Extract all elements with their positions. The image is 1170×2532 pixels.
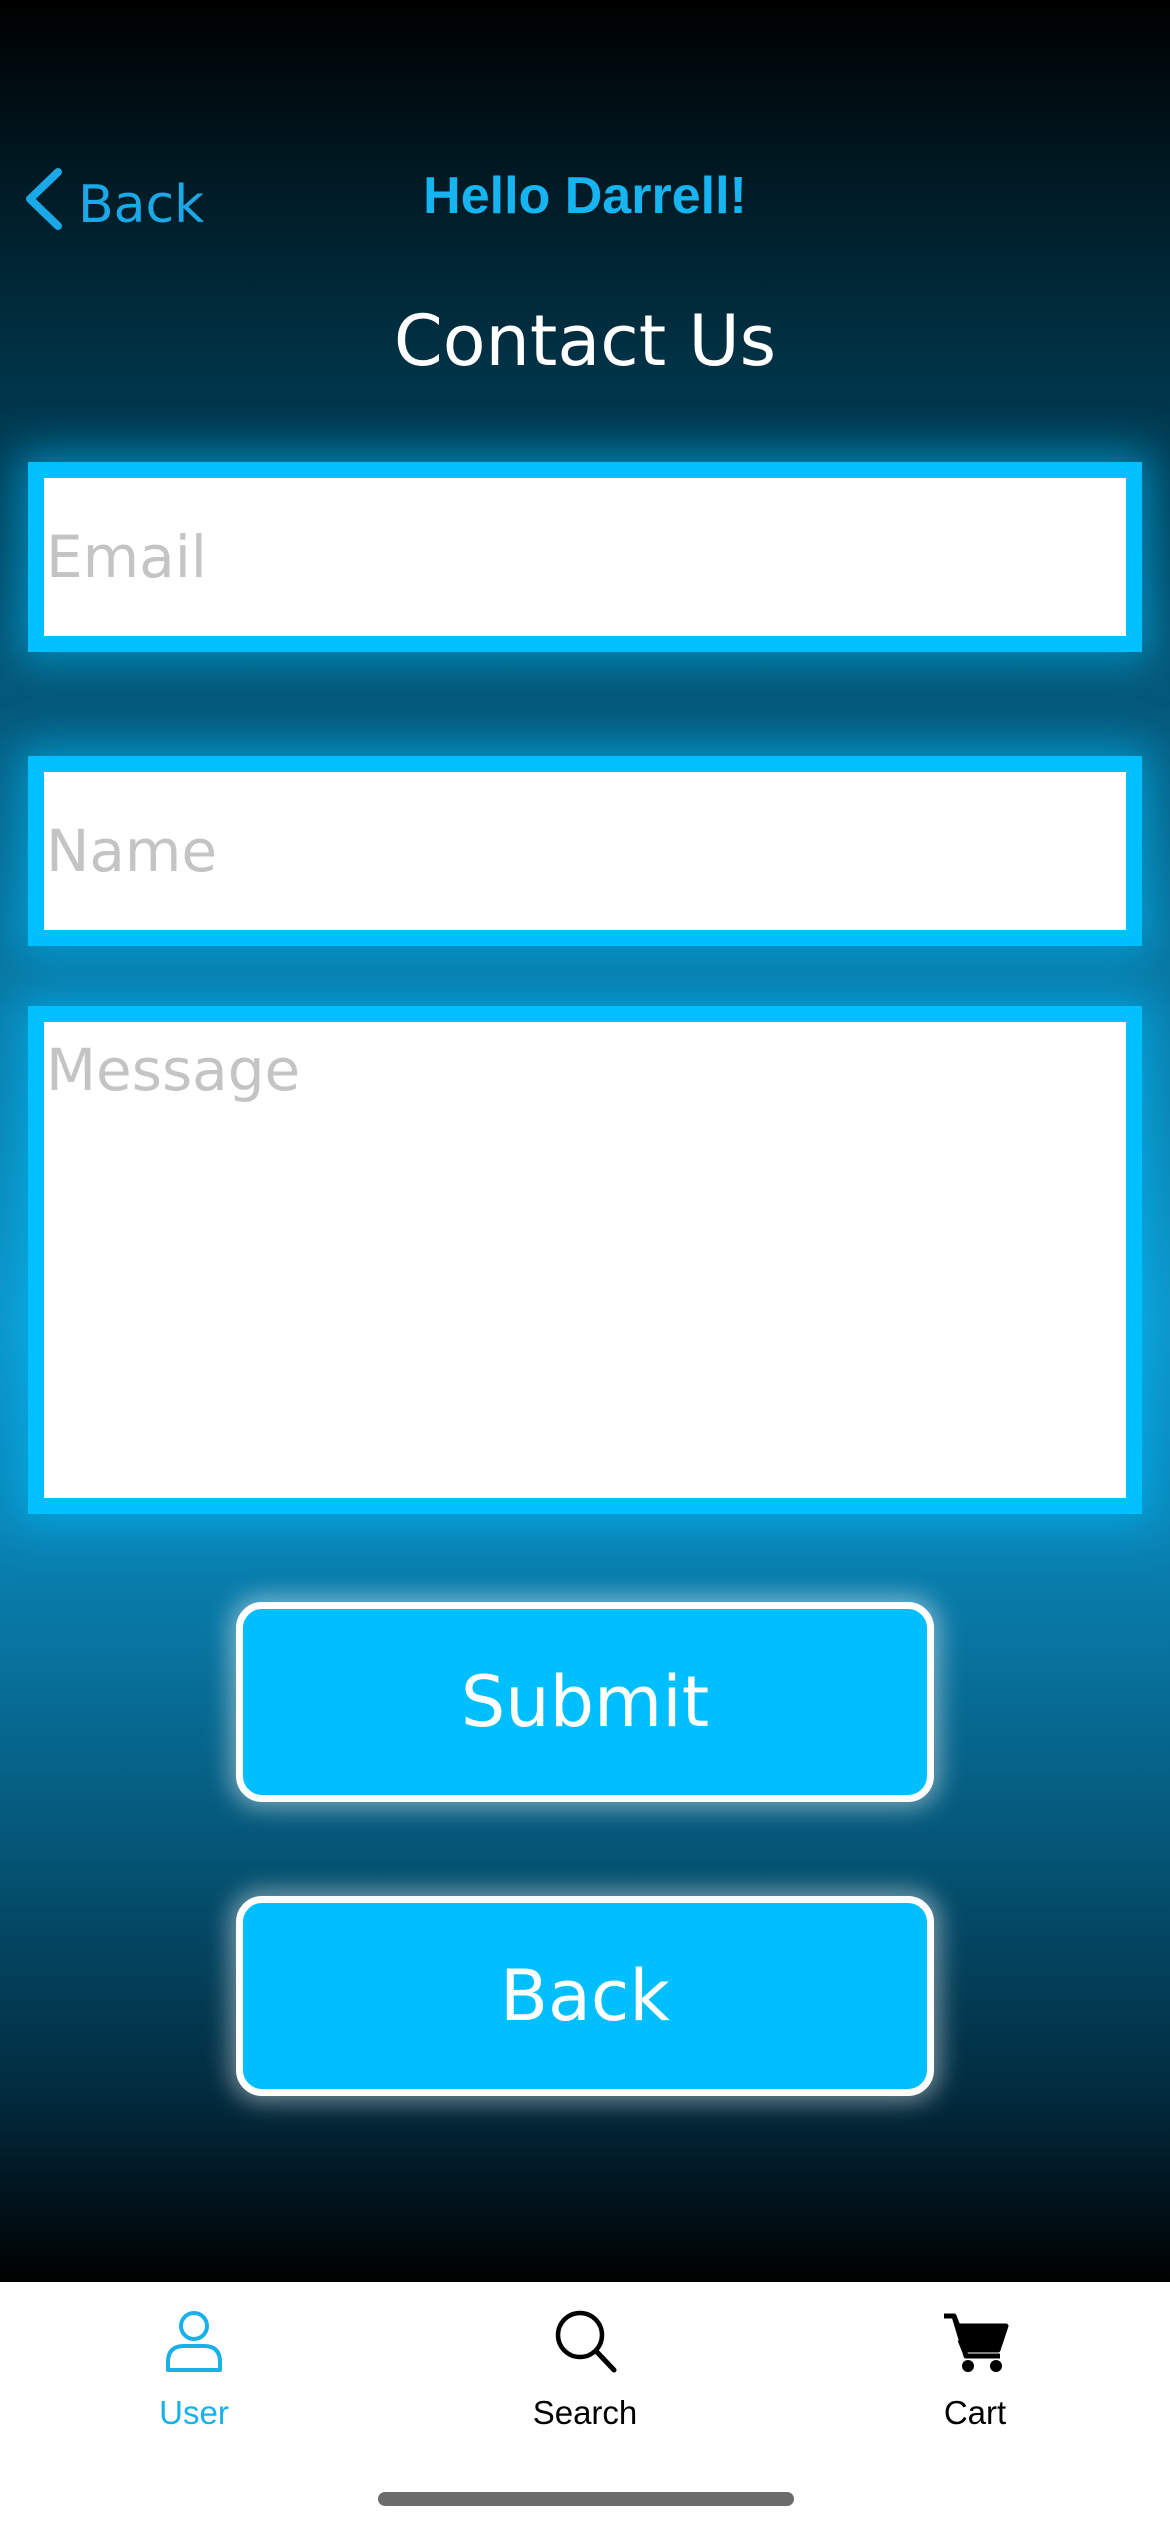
tab-search-label: Search <box>532 2394 638 2431</box>
user-icon <box>159 2306 229 2380</box>
email-field-frame <box>28 462 1142 652</box>
back-button-label: Back <box>500 1955 670 2037</box>
tab-user[interactable]: User <box>74 2306 314 2432</box>
back-button[interactable]: Back <box>236 1896 934 2096</box>
home-indicator[interactable] <box>378 2492 794 2506</box>
tab-user-label: User <box>159 2394 229 2431</box>
search-icon <box>550 2306 620 2380</box>
tab-cart-label: Cart <box>943 2394 1007 2431</box>
message-field-frame <box>28 1006 1142 1514</box>
tab-search[interactable]: Search <box>465 2306 705 2432</box>
name-field[interactable] <box>44 772 1126 930</box>
message-field[interactable] <box>44 1022 1126 1498</box>
submit-button-label: Submit <box>460 1661 710 1743</box>
greeting-title: Hello Darrell! <box>423 167 747 225</box>
submit-button[interactable]: Submit <box>236 1602 934 1802</box>
name-field-frame <box>28 756 1142 946</box>
contact-screen: Back Hello Darrell! Contact Us Submit Ba… <box>0 0 1170 2282</box>
tab-cart[interactable]: Cart <box>855 2306 1095 2432</box>
cart-icon <box>940 2306 1010 2380</box>
page-title: Contact Us <box>393 300 777 382</box>
email-field[interactable] <box>44 478 1126 636</box>
